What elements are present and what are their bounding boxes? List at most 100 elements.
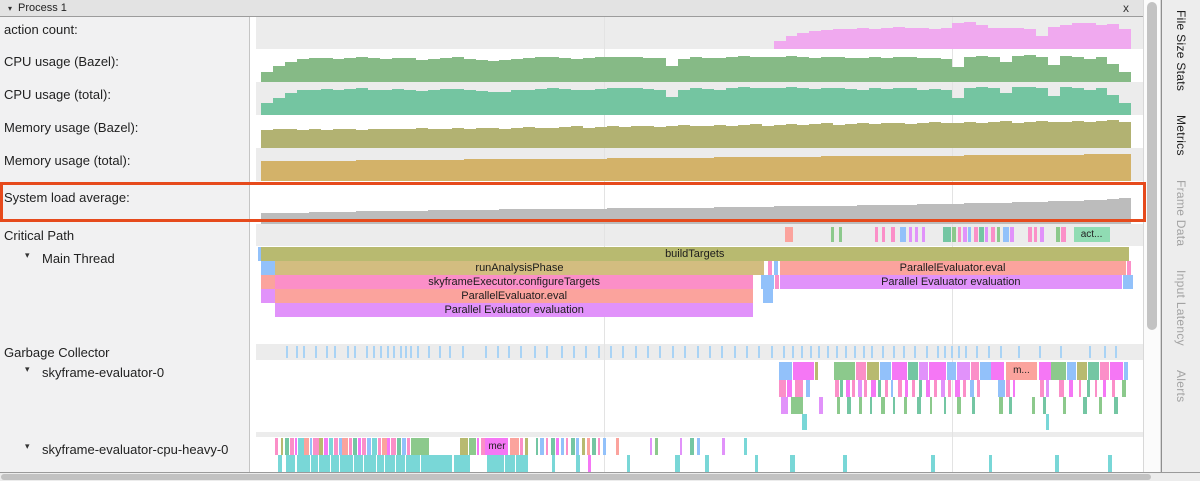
gc-event-tick[interactable] [598, 346, 600, 358]
trace-bar[interactable] [566, 438, 569, 455]
gc-event-tick[interactable] [380, 346, 382, 358]
trace-bar[interactable] [481, 438, 485, 455]
trace-bar[interactable] [261, 261, 275, 275]
trace-bar[interactable] [885, 380, 889, 397]
trace-bar[interactable] [1112, 380, 1115, 397]
trace-bar[interactable] [587, 438, 590, 455]
trace-bar[interactable] [1095, 380, 1098, 397]
trace-bar[interactable] [931, 455, 935, 472]
trace-bar[interactable] [364, 455, 376, 472]
critical-path-slice[interactable] [882, 227, 885, 242]
trace-bar[interactable] [460, 438, 468, 455]
gc-event-tick[interactable] [988, 346, 990, 358]
vertical-scrollbar-thumb[interactable] [1147, 2, 1157, 330]
gc-event-tick[interactable] [697, 346, 699, 358]
trace-bar[interactable] [1043, 397, 1047, 414]
critical-path-slice[interactable] [1028, 227, 1032, 242]
trace-bar[interactable] [354, 455, 363, 472]
trace-bar[interactable] [867, 362, 879, 380]
gc-event-tick[interactable] [400, 346, 402, 358]
trace-bar[interactable] [391, 438, 396, 455]
trace-bar[interactable] [261, 289, 275, 303]
critical-path-slice[interactable] [909, 227, 912, 242]
trace-bar[interactable] [880, 362, 891, 380]
trace-bar[interactable] [793, 362, 814, 380]
gc-event-tick[interactable] [347, 346, 349, 358]
trace-bar[interactable] [1088, 362, 1099, 380]
trace-bar[interactable] [298, 438, 303, 455]
gc-event-tick[interactable] [573, 346, 575, 358]
critical-path-slice[interactable] [1061, 227, 1066, 242]
timeline-skyframe-evaluator-cpu-heavy-0[interactable]: mer [250, 437, 1143, 472]
critical-path-slice[interactable] [891, 227, 895, 242]
trace-bar[interactable] [334, 438, 338, 455]
gc-event-tick[interactable] [903, 346, 905, 358]
trace-bar[interactable] [367, 438, 371, 455]
gc-event-tick[interactable] [439, 346, 441, 358]
gc-event-tick[interactable] [1089, 346, 1091, 358]
trace-bar[interactable] [781, 397, 788, 414]
trace-bar[interactable] [1108, 455, 1112, 472]
trace-bar[interactable] [278, 455, 282, 472]
critical-path-slice[interactable] [985, 227, 988, 242]
gc-event-tick[interactable] [771, 346, 773, 358]
gc-event-tick[interactable] [944, 346, 946, 358]
trace-bar[interactable] [790, 455, 794, 472]
trace-bar[interactable] [329, 438, 333, 455]
trace-bar[interactable] [454, 455, 463, 472]
timeline-main-thread[interactable]: buildTargetsrunAnalysisPhaseParallelEval… [250, 246, 1143, 344]
collapse-arrow-icon[interactable]: ▾ [8, 4, 12, 13]
trace-bar[interactable] [588, 455, 591, 472]
gc-event-tick[interactable] [326, 346, 328, 358]
trace-bar[interactable] [779, 380, 786, 397]
trace-bar[interactable] [787, 380, 791, 397]
trace-bar[interactable] [999, 397, 1003, 414]
gc-event-tick[interactable] [951, 346, 953, 358]
trace-bar[interactable] [525, 438, 528, 455]
trace-bar[interactable] [616, 438, 619, 455]
trace-bar[interactable] [571, 438, 575, 455]
trace-bar[interactable] [917, 397, 921, 414]
gc-event-tick[interactable] [546, 346, 548, 358]
trace-bar[interactable] [319, 438, 323, 455]
gc-event-tick[interactable] [792, 346, 794, 358]
critical-path-slice[interactable] [1056, 227, 1060, 242]
trace-bar[interactable] [372, 438, 377, 455]
trace-bar[interactable] [339, 438, 342, 455]
gc-event-tick[interactable] [334, 346, 336, 358]
trace-bar[interactable] [546, 438, 549, 455]
gc-event-tick[interactable] [758, 346, 760, 358]
horizontal-scrollbar-thumb[interactable] [1, 474, 1151, 480]
gc-event-tick[interactable] [746, 346, 748, 358]
gc-event-tick[interactable] [818, 346, 820, 358]
gc-event-tick[interactable] [1000, 346, 1002, 358]
gc-event-tick[interactable] [622, 346, 624, 358]
trace-bar[interactable] [859, 397, 862, 414]
timeline-critical-path[interactable]: act... [250, 224, 1143, 246]
trace-bar[interactable] [286, 455, 295, 472]
trace-bar[interactable] [576, 438, 579, 455]
trace-bar[interactable] [1013, 380, 1016, 397]
trace-bar[interactable] [536, 438, 539, 455]
gc-event-tick[interactable] [721, 346, 723, 358]
close-icon[interactable]: x [1123, 1, 1135, 15]
collapse-arrow-icon[interactable]: ▾ [25, 250, 30, 261]
trace-bar[interactable] [290, 438, 294, 455]
gc-event-tick[interactable] [926, 346, 928, 358]
trace-bar[interactable] [603, 438, 607, 455]
trace-bar[interactable] [353, 438, 357, 455]
critical-path-slice[interactable] [1010, 227, 1014, 242]
trace-bar[interactable] [1032, 397, 1035, 414]
gc-event-tick[interactable] [610, 346, 612, 358]
tab-metrics[interactable]: Metrics [1174, 115, 1188, 156]
critical-path-slice[interactable]: act... [1074, 227, 1110, 242]
trace-bar[interactable]: mer [485, 438, 508, 455]
trace-bar[interactable] [319, 455, 330, 472]
trace-bar[interactable] [540, 438, 544, 455]
trace-bar[interactable] [297, 455, 309, 472]
trace-bar[interactable] [275, 438, 278, 455]
critical-path-slice[interactable] [922, 227, 925, 242]
gc-event-tick[interactable] [462, 346, 464, 358]
trace-bar[interactable] [592, 438, 596, 455]
gc-event-tick[interactable] [428, 346, 430, 358]
